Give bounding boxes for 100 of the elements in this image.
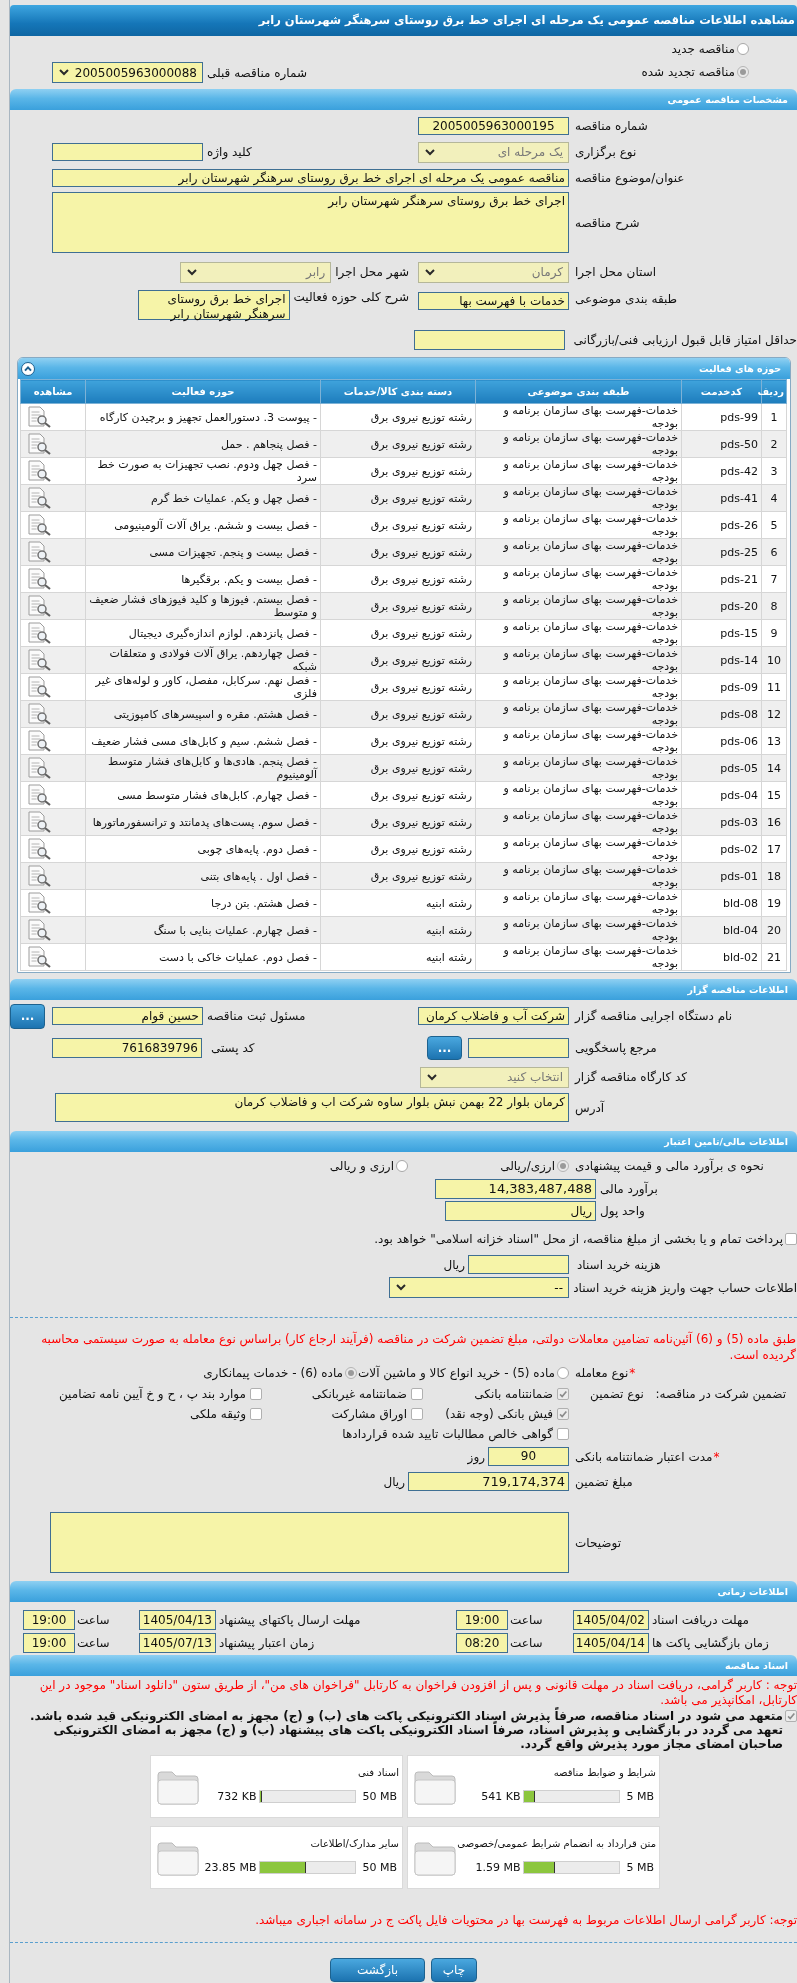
min-score-field[interactable]	[414, 330, 565, 350]
radio-button[interactable]	[557, 1367, 569, 1379]
time-field[interactable]: 08:20	[456, 1633, 508, 1653]
document-search-icon[interactable]	[27, 433, 51, 455]
document-search-icon[interactable]	[27, 595, 51, 617]
date-field[interactable]: 1405/07/13	[139, 1633, 216, 1653]
size-limit-label: 5 MB	[626, 1861, 654, 1874]
table-cell: pds-99	[681, 403, 762, 431]
table-cell: - فصل چهارم. عملیات بنایی با سنگ	[85, 916, 321, 944]
address-textarea[interactable]: کرمان بلوار 22 بهمن نبش بلوار ساوه شرکت اب و فاضلاب کرمان	[55, 1093, 569, 1122]
collapse-icon[interactable]	[21, 361, 35, 376]
browse-button[interactable]: ...	[10, 1003, 45, 1029]
document-search-icon[interactable]	[27, 568, 51, 590]
classification-field[interactable]: خدمات با فهرست بها	[418, 292, 569, 310]
table-cell: رشته توزیع نیروی برق	[320, 565, 476, 593]
document-search-icon[interactable]	[27, 892, 51, 914]
document-search-icon[interactable]	[27, 946, 51, 968]
field-label: نام دستگاه اجرایی مناقصه گزار	[575, 1009, 733, 1023]
checkbox[interactable]	[785, 1710, 797, 1722]
checkbox[interactable]	[250, 1408, 262, 1420]
validity-field[interactable]: 90	[488, 1447, 569, 1466]
tender-number-field[interactable]: 2005005963000195	[418, 117, 569, 135]
column-header: مشاهده	[20, 379, 86, 404]
checkbox[interactable]	[557, 1387, 569, 1400]
document-search-icon[interactable]	[27, 622, 51, 644]
table-cell: - فصل چهارم. کابل‌های فشار متوسط مسی	[85, 781, 321, 809]
guarantee-amount-field[interactable]: 719,174,374	[408, 1472, 569, 1491]
table-cell: pds-08	[681, 700, 762, 728]
document-search-icon[interactable]	[27, 649, 51, 671]
currency-field[interactable]: ریال	[445, 1201, 596, 1221]
checkbox[interactable]	[557, 1408, 569, 1420]
document-search-icon[interactable]	[27, 784, 51, 806]
table-cell: - فصل دوم. پایه‌های چوبی	[85, 835, 321, 863]
field-label: آدرس	[575, 1100, 605, 1115]
table-cell: خدمات-فهرست بهای سازمان برنامه و بودجه	[475, 754, 682, 782]
description-textarea[interactable]: اجرای خط برق روستای سرهنگر شهرستان رابر	[52, 192, 569, 253]
keyword-field[interactable]	[52, 143, 203, 161]
table-cell: رشته توزیع نیروی برق	[320, 754, 476, 782]
previous-tender-dropdown[interactable]: 2005005963000088	[52, 62, 203, 83]
caret-icon	[425, 268, 435, 276]
registrar-field[interactable]: حسین قوام	[52, 1007, 203, 1025]
table-cell: 6	[761, 538, 787, 566]
table-cell: رشته توزیع نیروی برق	[320, 862, 476, 890]
table-cell: 8	[761, 592, 787, 620]
date-field[interactable]: 1405/04/13	[139, 1610, 216, 1630]
table-cell: رشته توزیع نیروی برق	[320, 781, 476, 809]
checkbox[interactable]	[250, 1387, 262, 1400]
time-field[interactable]: 19:00	[23, 1610, 75, 1630]
table-cell: خدمات-فهرست بهای سازمان برنامه و بودجه	[475, 943, 682, 971]
table-cell: - فصل چهل و یکم. عملیات خط گرم	[85, 484, 321, 512]
field-label: شرح کلی حوزه فعالیت	[293, 290, 409, 304]
document-search-icon[interactable]	[27, 541, 51, 563]
radio-button[interactable]	[557, 1159, 569, 1172]
checkbox[interactable]	[785, 1233, 797, 1245]
field-label: حداقل امتیاز قابل قبول ارزیابی فنی/بازرگانی	[573, 333, 797, 347]
date-field[interactable]: 1405/04/02	[573, 1610, 649, 1630]
activity-summary-textarea[interactable]: اجرای خط برق روستای سرهنگر شهرستان رابر	[137, 290, 290, 320]
unit-label: ریال	[443, 1257, 465, 1272]
date-field[interactable]: 1405/04/14	[573, 1633, 649, 1653]
postal-code-field[interactable]: 7616839796	[52, 1038, 202, 1058]
document-search-icon[interactable]	[27, 487, 51, 509]
subject-field[interactable]: مناقصه عمومی یک مرحله ای اجرای خط برق روستای سرهنگر شهرستان رابر	[52, 169, 569, 187]
document-search-icon[interactable]	[27, 514, 51, 536]
notice-text: طبق ماده (5) و (6) آئین‌نامه تضامین معاملات دولتی، مبلغ تضمین شرکت در مناقصه (فرآیند ارجاع کار) براساس نوع معامله به صورت سیستمی محاسبه گردیده است.	[40, 1331, 797, 1363]
browse-button[interactable]: ...	[427, 1036, 462, 1060]
time-field[interactable]: 19:00	[456, 1610, 508, 1630]
document-search-icon[interactable]	[27, 730, 51, 752]
document-title: متن قرارداد به انضمام شرایط عمومی/خصوصی	[457, 1838, 656, 1849]
table-cell: 4	[761, 484, 787, 512]
notes-textarea[interactable]	[50, 1512, 569, 1573]
radio-button[interactable]	[737, 42, 749, 55]
time-field[interactable]: 19:00	[23, 1633, 75, 1653]
estimate-field[interactable]: 14,383,487,488	[435, 1179, 596, 1199]
document-search-icon[interactable]	[27, 703, 51, 725]
checkbox[interactable]	[411, 1408, 423, 1420]
table-cell: خدمات-فهرست بهای سازمان برنامه و بودجه	[475, 916, 682, 944]
document-search-icon[interactable]	[27, 676, 51, 698]
document-search-icon[interactable]	[27, 811, 51, 833]
radio-button[interactable]	[345, 1367, 357, 1379]
document-search-icon[interactable]	[27, 406, 51, 428]
account-dropdown[interactable]: --	[389, 1277, 569, 1298]
document-search-icon[interactable]	[27, 460, 51, 482]
reference-field[interactable]	[468, 1038, 569, 1058]
file-size-label: 23.85 MB	[204, 1861, 257, 1874]
action-button[interactable]: چاپ	[431, 1958, 477, 1982]
radio-button[interactable]	[737, 65, 749, 78]
checkbox[interactable]	[557, 1428, 569, 1440]
required-asterisk: *	[713, 1449, 720, 1464]
agency-field[interactable]: شرکت آب و فاضلاب کرمان	[418, 1007, 569, 1025]
document-search-icon[interactable]	[27, 757, 51, 779]
document-fee-field[interactable]	[468, 1255, 569, 1274]
document-search-icon[interactable]	[27, 838, 51, 860]
document-search-icon[interactable]	[27, 919, 51, 941]
action-button[interactable]: بازگشت	[330, 1958, 425, 1982]
checkbox[interactable]	[411, 1387, 423, 1400]
table-cell: رشته توزیع نیروی برق	[320, 727, 476, 755]
field-label: توضیحات	[575, 1535, 622, 1550]
document-search-icon[interactable]	[27, 865, 51, 887]
radio-button[interactable]	[396, 1159, 408, 1172]
field-label: واحد پول	[600, 1204, 645, 1218]
